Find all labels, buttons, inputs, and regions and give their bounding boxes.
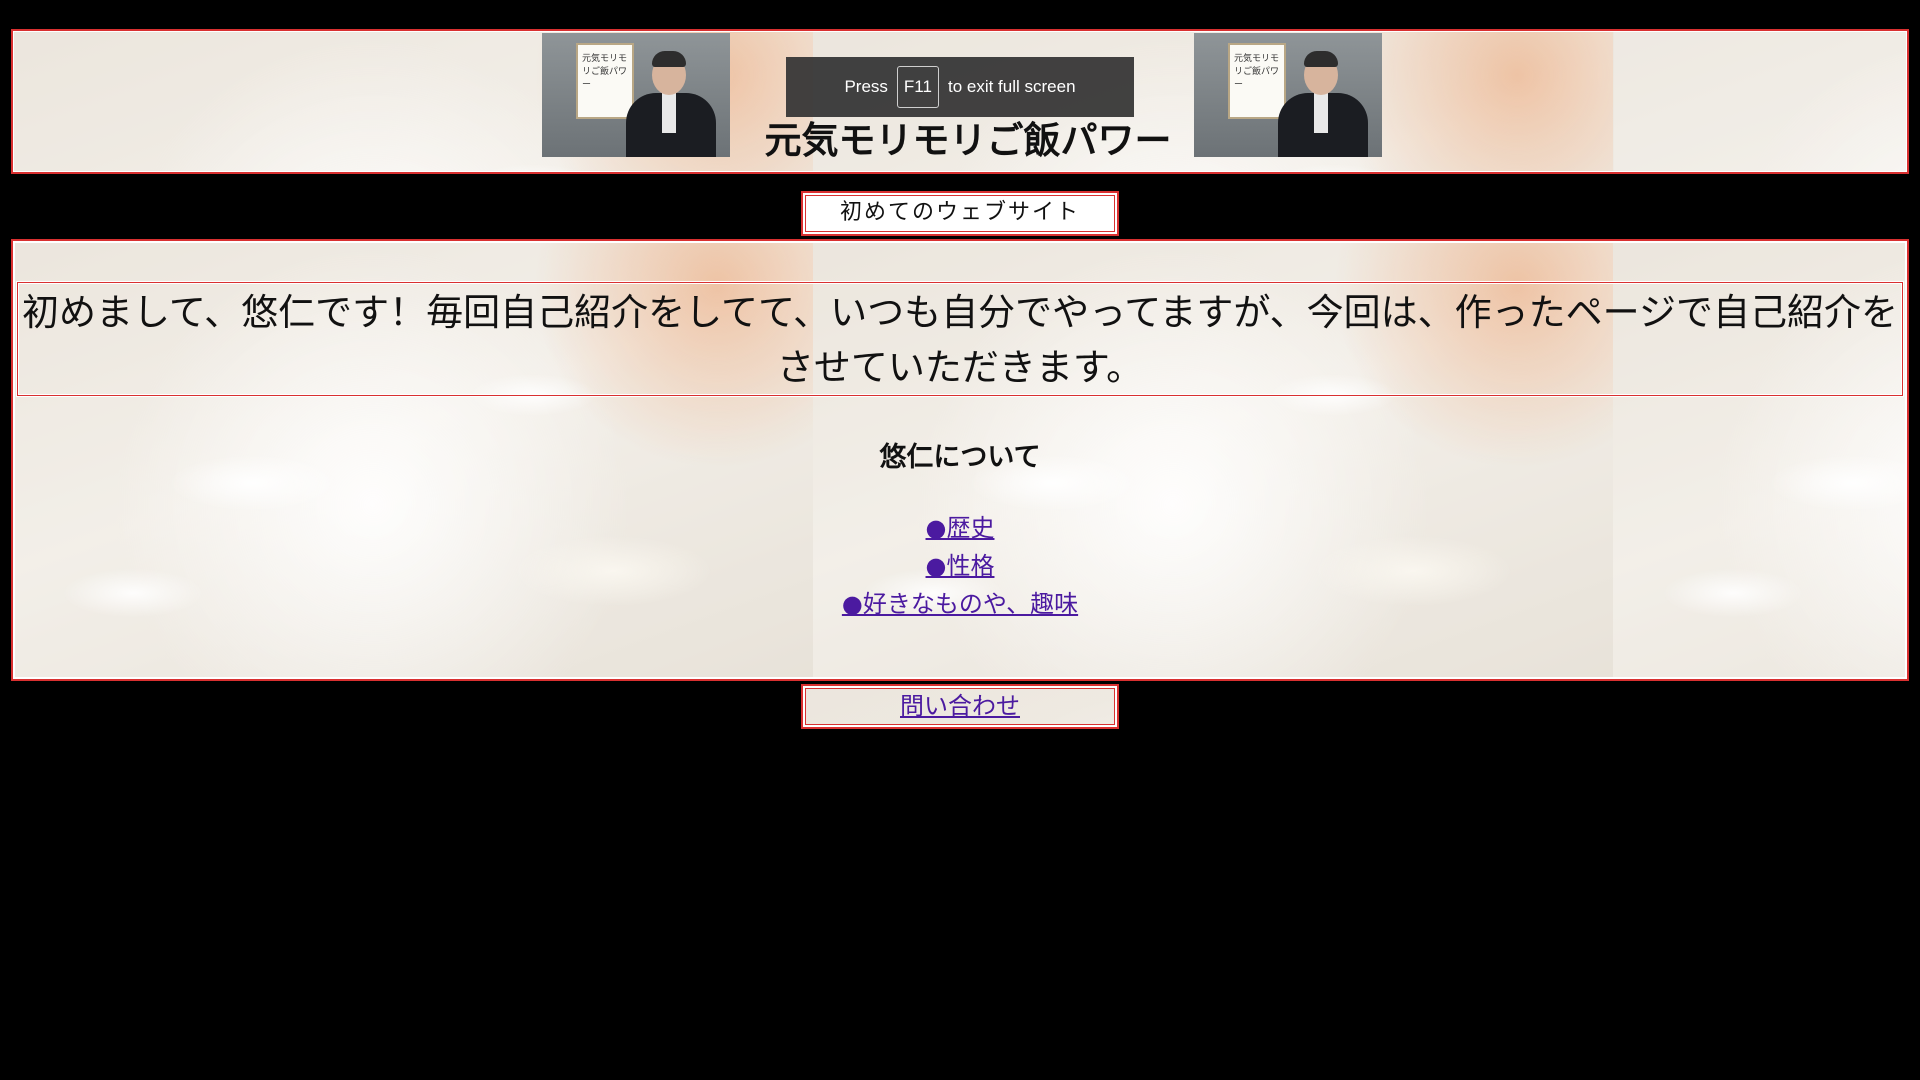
header-photo-left: 元気モリモリご飯パワー (542, 33, 730, 157)
subtitle-box: 初めてのウェブサイト (801, 191, 1119, 236)
header-photo-right: 元気モリモリご飯パワー (1194, 33, 1382, 157)
contact-link[interactable]: 問い合わせ (900, 692, 1020, 720)
intro-text: 初めまして、悠仁です！毎回自己紹介をしてて、いつも自分でやってますが、今回は、作… (22, 291, 1898, 389)
about-links: ●歴史 ●性格 ●好きなものや、趣味 (13, 509, 1907, 623)
link-personality[interactable]: ●性格 (926, 552, 995, 580)
photo-sign: 元気モリモリご飯パワー (1228, 43, 1286, 119)
toast-press-text: Press (844, 77, 888, 96)
toast-suffix-text: to exit full screen (947, 77, 1076, 96)
photo-person-hair (652, 51, 686, 67)
link-favorites-hobbies[interactable]: ●好きなものや、趣味 (842, 590, 1078, 618)
site-title: 元気モリモリご飯パワー (764, 119, 1172, 162)
header-background-tile (1614, 31, 1907, 172)
fullscreen-exit-toast: Press F11 to exit full screen (786, 57, 1134, 117)
photo-person-shirt (662, 93, 676, 133)
main-content-box: 初めまして、悠仁です！毎回自己紹介をしてて、いつも自分でやってますが、今回は、作… (11, 239, 1909, 681)
photo-person-hair (1304, 51, 1338, 67)
intro-box: 初めまして、悠仁です！毎回自己紹介をしてて、いつも自分でやってますが、今回は、作… (17, 282, 1903, 396)
about-heading: 悠仁について (879, 442, 1041, 473)
f11-key-badge: F11 (896, 66, 939, 108)
photo-sign: 元気モリモリご飯パワー (576, 43, 634, 119)
contact-box: 問い合わせ (801, 684, 1119, 729)
subtitle-text: 初めてのウェブサイト (839, 200, 1080, 225)
photo-person-shirt (1314, 93, 1328, 133)
page: 元気モリモリご飯パワー 元気モリモリご飯パワー 元気モリモリご飯パワー Pres… (0, 0, 1920, 1080)
link-history[interactable]: ●歴史 (926, 514, 995, 542)
